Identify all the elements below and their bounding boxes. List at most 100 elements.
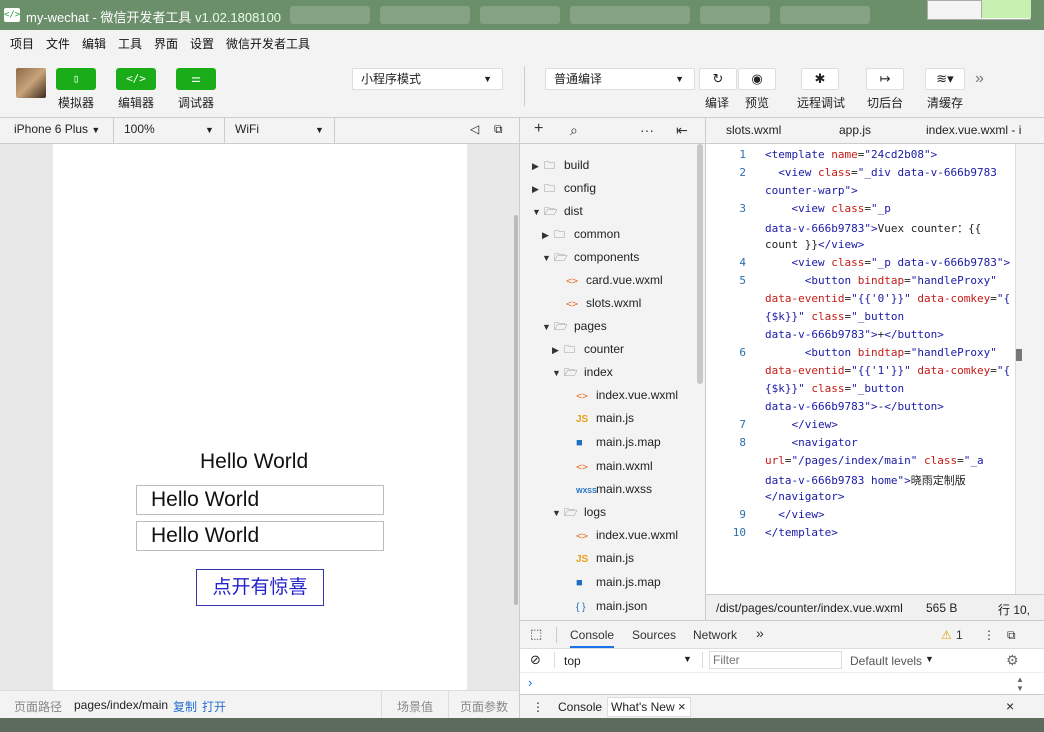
hello-button[interactable]: Hello World — [136, 485, 384, 515]
editor-toggle-button[interactable]: </> — [116, 68, 156, 90]
tree-file[interactable]: <> card.vue.wxml — [566, 269, 663, 291]
menu-item-settings[interactable]: 设置 — [190, 35, 214, 52]
background-button[interactable]: ↦ — [866, 68, 904, 90]
device-select[interactable]: iPhone 6 Plus ▼ — [14, 122, 100, 136]
copy-link[interactable]: 复制 — [173, 698, 197, 715]
clear-console-icon[interactable]: ⊘ — [530, 652, 541, 668]
warning-count: 1 — [956, 628, 963, 642]
more-tabs-button[interactable]: » — [756, 625, 764, 641]
volume-icon[interactable]: ◁ — [470, 122, 479, 136]
context-select[interactable]: top — [564, 654, 581, 668]
console-output[interactable]: › ▲ ▼ — [519, 672, 1044, 694]
avatar[interactable] — [16, 68, 46, 98]
mode-select[interactable]: 小程序模式 ▼ — [352, 68, 503, 90]
tree-folder-common[interactable]: ▶ 🗀 common — [542, 223, 620, 245]
tree-folder-pages[interactable]: ▼ 🗁 pages — [542, 315, 607, 337]
tree-file[interactable]: <> main.wxml — [576, 455, 653, 477]
chevron-down-icon[interactable]: ▼ — [683, 654, 692, 664]
tree-file[interactable]: JS main.js — [576, 547, 634, 569]
inspect-icon[interactable]: ⬚ — [530, 626, 542, 642]
drawer-menu-icon[interactable]: ⋮ — [532, 700, 544, 714]
menu-item-tools[interactable]: 工具 — [118, 35, 142, 52]
add-icon[interactable]: + — [534, 120, 543, 138]
hello-text: Hello World — [200, 450, 309, 473]
tree-file[interactable]: { } main.json — [576, 595, 647, 617]
preview-button[interactable]: ◉ — [738, 68, 776, 90]
line-number: 10 — [732, 526, 746, 539]
scroll-arrows-icon[interactable]: ▲ ▼ — [1016, 675, 1024, 693]
menu-item-edit[interactable]: 编辑 — [82, 35, 106, 52]
tree-folder-config[interactable]: ▶ 🗀 config — [532, 177, 596, 199]
divider — [334, 118, 335, 144]
title-bar: </> my-wechat - 微信开发者工具 v1.02.1808100 — [0, 0, 1044, 30]
chevron-down-icon[interactable]: ▼ — [205, 125, 214, 135]
tree-folder-components[interactable]: ▼ 🗁 components — [542, 246, 639, 268]
chevron-right-icon: ▶ — [532, 161, 539, 171]
drawer-tab-whats-new[interactable]: What's New × — [607, 697, 691, 717]
js-file-icon: JS — [576, 554, 589, 565]
hello-button[interactable]: Hello World — [136, 521, 384, 551]
menu-item-interface[interactable]: 界面 — [154, 35, 178, 52]
clear-cache-button[interactable]: ≋▾ — [925, 68, 965, 90]
file-tree-scrollbar[interactable] — [697, 144, 703, 384]
menu-item-project[interactable]: 项目 — [10, 35, 34, 52]
tab-console[interactable]: Console — [570, 628, 615, 648]
menu-item-wechat-devtools[interactable]: 微信开发者工具 — [226, 35, 310, 52]
tree-file[interactable]: ■ main.js.map — [576, 571, 661, 593]
close-drawer-icon[interactable]: × — [1006, 698, 1014, 714]
tree-file[interactable]: JS main.js — [576, 407, 634, 429]
chevron-down-icon[interactable]: ▼ — [315, 125, 324, 135]
open-link[interactable]: 打开 — [202, 698, 226, 715]
tree-file[interactable]: <> slots.wxml — [566, 292, 641, 314]
tree-folder-dist[interactable]: ▼ 🗁 dist — [532, 200, 583, 222]
tree-file[interactable]: <> index.vue.wxml — [576, 524, 678, 546]
remote-debug-button[interactable]: ✱ — [801, 68, 839, 90]
tab-index-vue-wxml[interactable]: index.vue.wxml - i — [926, 123, 1021, 137]
compile-button[interactable]: ↻ — [699, 68, 737, 90]
background-tab-ghost — [570, 6, 690, 24]
tree-folder-counter[interactable]: ▶ 🗀 counter — [552, 338, 624, 360]
detach-window-icon[interactable]: ⧉ — [494, 122, 503, 137]
menu-item-file[interactable]: 文件 — [46, 35, 70, 52]
tree-file[interactable]: ■ main.js.map — [576, 431, 661, 453]
scroll-thumb[interactable] — [1016, 349, 1022, 361]
levels-select[interactable]: Default levels — [850, 654, 922, 668]
collapse-icon[interactable]: ⇤ — [676, 122, 688, 139]
more-icon[interactable]: ··· — [640, 122, 654, 138]
tab-network[interactable]: Network — [693, 628, 737, 642]
code-line: <template name="24cd2b08"> — [765, 148, 938, 161]
chevron-down-icon[interactable]: ▼ — [925, 654, 934, 664]
surprise-navigator[interactable]: 点开有惊喜 — [196, 569, 324, 606]
gear-icon[interactable]: ⚙ — [1006, 652, 1019, 669]
simulator-toggle-button[interactable]: ▯ — [56, 68, 96, 90]
search-icon[interactable]: ⌕ — [570, 122, 578, 139]
scene-button[interactable]: 场景值 — [397, 698, 433, 715]
tree-folder-logs[interactable]: ▼ 🗁 logs — [552, 501, 606, 523]
compile-select[interactable]: 普通编译 ▼ — [545, 68, 695, 90]
simulator-scrollbar[interactable] — [514, 215, 518, 605]
editor-label: 编辑器 — [118, 96, 155, 110]
filter-input[interactable] — [709, 651, 842, 669]
background-tab-ghost — [780, 6, 870, 24]
kebab-menu-icon[interactable]: ⋮ — [983, 628, 995, 642]
debugger-toggle-button[interactable]: ⚌ — [176, 68, 216, 90]
tree-file[interactable]: <> index.vue.wxml — [576, 384, 678, 406]
tree-folder-index[interactable]: ▼ 🗁 index — [552, 361, 613, 383]
tree-file[interactable]: WXSSmain.wxss — [576, 478, 652, 500]
code-editor[interactable]: 1 <template name="24cd2b08"> 2 <view cla… — [705, 144, 1015, 594]
zoom-select[interactable]: 100% — [124, 122, 155, 136]
tab-app-js[interactable]: app.js — [839, 123, 871, 137]
page-params-button[interactable]: 页面参数 — [460, 698, 508, 715]
tab-slots-wxml[interactable]: slots.wxml — [726, 123, 781, 137]
editor-scrollbar[interactable] — [1015, 144, 1044, 594]
undock-icon[interactable]: ⧉ — [1007, 628, 1016, 643]
window-control-highlight[interactable] — [981, 0, 1031, 18]
warning-icon[interactable]: ⚠ — [941, 628, 952, 642]
drawer-tab-console[interactable]: Console — [558, 700, 602, 714]
toolbar-more-button[interactable]: » — [975, 70, 984, 88]
network-select[interactable]: WiFi — [235, 122, 259, 136]
close-icon[interactable]: × — [678, 699, 686, 714]
chevron-down-icon: ▼ — [552, 368, 561, 378]
tab-sources[interactable]: Sources — [632, 628, 676, 642]
tree-folder-build[interactable]: ▶ 🗀 build — [532, 154, 589, 176]
